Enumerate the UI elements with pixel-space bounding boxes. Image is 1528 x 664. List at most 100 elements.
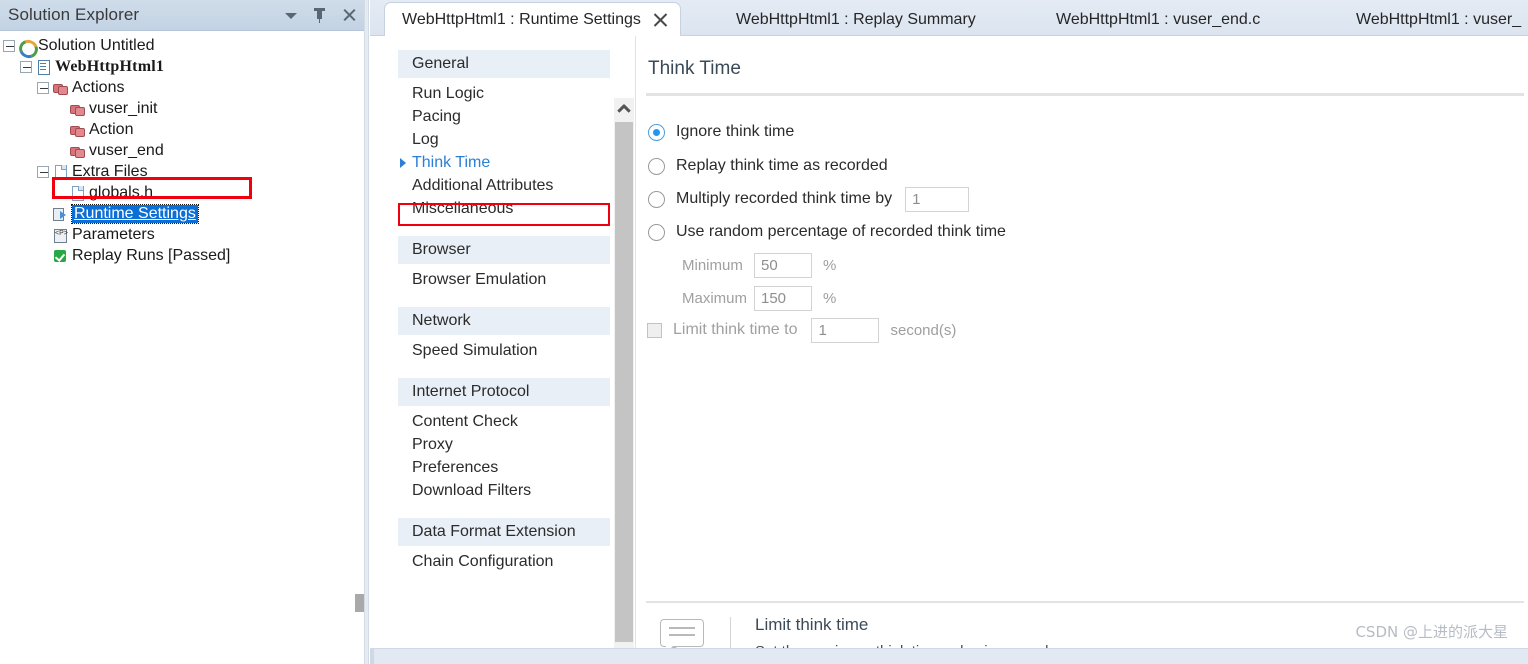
- nav-item[interactable]: Browser Emulation: [398, 268, 610, 291]
- limit-seconds-unit: second(s): [890, 321, 957, 339]
- nav-item[interactable]: Chain Configuration: [398, 550, 610, 573]
- tree-item[interactable]: Extra Files: [0, 161, 360, 182]
- option-replay-as-recorded[interactable]: Replay think time as recorded: [648, 154, 888, 178]
- nav-item-label: Preferences: [412, 458, 499, 476]
- nav-item[interactable]: Run Logic: [398, 82, 610, 105]
- script-icon: [35, 59, 51, 75]
- nav-item-label: Chain Configuration: [412, 552, 554, 570]
- brick-icon: [69, 143, 85, 159]
- tree-item-label: Parameters: [72, 225, 155, 243]
- solution-explorer-title: Solution Explorer: [8, 5, 140, 24]
- editor-tab-label: WebHttpHtml1 : vuser_end.c: [1056, 10, 1261, 28]
- nav-item[interactable]: Proxy: [398, 433, 610, 456]
- status-strip-left-cap: [370, 648, 374, 664]
- tab-close-icon[interactable]: [652, 12, 669, 29]
- tree-item-label: Replay Runs [Passed]: [72, 246, 231, 264]
- nav-item-label: Download Filters: [412, 481, 532, 499]
- option-random-percentage[interactable]: Use random percentage of recorded think …: [648, 220, 1006, 244]
- nav-item-label: Log: [412, 130, 439, 148]
- tree-item[interactable]: vuser_end: [0, 140, 360, 161]
- tree-item-label: globals.h: [89, 183, 154, 201]
- comment-bubble-icon: [660, 619, 704, 656]
- nav-item[interactable]: Content Check: [398, 410, 610, 433]
- tree-item[interactable]: vuser_init: [0, 98, 360, 119]
- editor-tab[interactable]: WebHttpHtml1 : Replay Summary: [722, 3, 990, 36]
- tree-item-label: WebHttpHtml1: [55, 57, 165, 75]
- parameters-icon-glyph: <P>: [55, 229, 68, 237]
- tree-item[interactable]: WebHttpHtml1: [0, 56, 360, 77]
- runtime-settings-content: General Run Logic Pacing Log Think Time Addit…: [370, 36, 1528, 664]
- brick-icon: [52, 80, 68, 96]
- maximum-input[interactable]: 150: [754, 286, 812, 311]
- tree-item-label: vuser_init: [89, 99, 158, 117]
- nav-item-label: Think Time: [412, 153, 491, 171]
- option-ignore-think-time[interactable]: Ignore think time: [648, 120, 794, 144]
- settings-nav-scrollbar[interactable]: [614, 98, 634, 664]
- radio-ignore-think-time[interactable]: [648, 123, 665, 141]
- expander-toggle[interactable]: [37, 165, 49, 178]
- minimum-percentage-row: Minimum 50 %: [682, 253, 836, 278]
- nav-item[interactable]: Log: [398, 128, 610, 151]
- tree-item[interactable]: Runtime Settings: [0, 203, 360, 224]
- minimum-input[interactable]: 50: [754, 253, 812, 278]
- pin-icon[interactable]: [312, 7, 328, 23]
- tree-item[interactable]: globals.h: [0, 182, 360, 203]
- expander-toggle[interactable]: [3, 39, 15, 52]
- radio-multiply-recorded[interactable]: [648, 190, 665, 208]
- radio-replay-as-recorded[interactable]: [648, 157, 665, 175]
- limit-think-time-row[interactable]: Limit think time to 1 second(s): [647, 317, 957, 343]
- nav-item[interactable]: Additional Attributes: [398, 174, 610, 197]
- panel-divider[interactable]: [364, 0, 369, 664]
- tree-item[interactable]: <P> Parameters: [0, 224, 360, 245]
- status-strip: [370, 648, 1528, 664]
- nav-item-label: Run Logic: [412, 84, 485, 102]
- nav-item[interactable]: Think Time: [398, 151, 610, 174]
- nav-group-label: General: [412, 55, 469, 72]
- solution-explorer-toolbar: [283, 7, 368, 23]
- editor-tab[interactable]: WebHttpHtml1 : vuser_: [1342, 3, 1528, 36]
- tree-item[interactable]: Replay Runs [Passed]: [0, 245, 360, 266]
- tree-item-label: Runtime Settings: [71, 203, 199, 224]
- tree-item-label: Actions: [72, 78, 125, 96]
- editor-tab-label: WebHttpHtml1 : vuser_: [1356, 10, 1522, 28]
- close-icon[interactable]: [341, 7, 357, 23]
- nav-item[interactable]: Speed Simulation: [398, 339, 610, 362]
- maximum-unit: %: [823, 290, 837, 307]
- nav-item[interactable]: Download Filters: [398, 479, 610, 502]
- nav-item-label: Additional Attributes: [412, 176, 554, 194]
- tree-item-label: Solution Untitled: [38, 36, 155, 54]
- nav-item[interactable]: Preferences: [398, 456, 610, 479]
- settings-category-nav: General Run Logic Pacing Log Think Time Addit…: [398, 50, 610, 642]
- nav-group-label: Network: [412, 312, 471, 329]
- replay-passed-icon: [52, 248, 68, 264]
- expander-toggle[interactable]: [37, 81, 49, 94]
- option-label: Replay think time as recorded: [676, 157, 888, 174]
- page-icon: [52, 164, 68, 180]
- brick-icon: [69, 122, 85, 138]
- option-label: Ignore think time: [676, 123, 795, 140]
- editor-tab[interactable]: WebHttpHtml1 : Runtime Settings: [384, 2, 681, 37]
- nav-item[interactable]: Pacing: [398, 105, 610, 128]
- editor-tab[interactable]: WebHttpHtml1 : vuser_end.c: [1042, 3, 1274, 36]
- dropdown-icon[interactable]: [283, 7, 299, 23]
- limit-think-time-label: Limit think time to: [673, 321, 798, 338]
- editor-tab-label: WebHttpHtml1 : Runtime Settings: [402, 11, 641, 28]
- option-multiply-recorded[interactable]: Multiply recorded think time by 1: [648, 186, 970, 212]
- settings-nav-scrollbar-thumb[interactable]: [615, 122, 633, 642]
- tree-item-label: Extra Files: [72, 162, 148, 180]
- tree-item[interactable]: Action: [0, 119, 360, 140]
- expander-toggle[interactable]: [20, 60, 32, 73]
- limit-seconds-input[interactable]: 1: [811, 317, 880, 343]
- scroll-up-icon[interactable]: [614, 98, 634, 118]
- tree-item[interactable]: Actions: [0, 77, 360, 98]
- watermark: CSDN @上进的派大星: [1355, 623, 1508, 641]
- multiply-factor-input[interactable]: 1: [905, 186, 970, 212]
- nav-item[interactable]: Miscellaneous: [398, 197, 610, 220]
- editor-tab-label: WebHttpHtml1 : Replay Summary: [736, 10, 976, 28]
- limit-think-time-checkbox[interactable]: [647, 322, 662, 338]
- nav-group-label: Browser: [412, 241, 471, 258]
- radio-random-percentage[interactable]: [648, 223, 665, 241]
- nav-item-label: Pacing: [412, 107, 461, 125]
- tree-item[interactable]: Solution Untitled: [0, 35, 360, 56]
